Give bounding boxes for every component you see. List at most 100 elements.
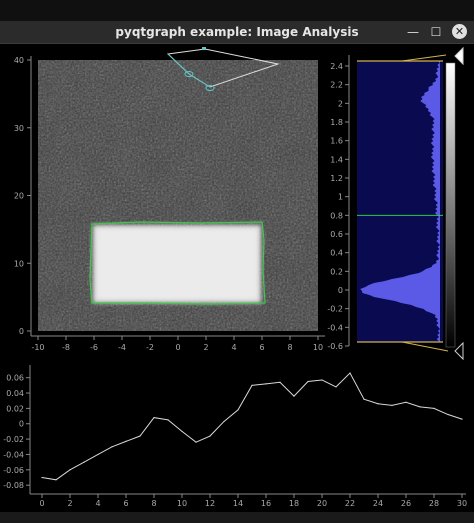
hist-tick-label: 1.8 (330, 118, 343, 127)
profile-plot[interactable]: 0 2 4 6 8 10 12 14 16 18 20 22 24 26 28 30 0.060.040.02… (3, 365, 467, 508)
profile-y-tick-label: 0.02 (6, 404, 24, 413)
profile-point (405, 401, 407, 403)
profile-point (419, 406, 421, 408)
profile-point (335, 386, 337, 388)
window-title: pyqtgraph example: Image Analysis (115, 25, 359, 39)
profile-point (125, 440, 127, 442)
y-tick-label: 0 (19, 327, 24, 336)
profile-y-tick-label: -0.06 (3, 466, 24, 475)
profile-x-tick-label: 26 (401, 499, 411, 508)
profile-point (181, 430, 183, 433)
hist-tick-label: 1.6 (330, 137, 343, 146)
profile-y-tick-label: -0.02 (3, 435, 24, 444)
y-tick-label: 10 (14, 259, 24, 268)
hist-tick-label: 2.2 (330, 81, 343, 90)
profile-point (195, 441, 197, 443)
profile-x-ticks: 0 2 4 6 8 10 12 14 16 18 20 22 24 26 28 30 (39, 494, 467, 508)
profile-point (433, 407, 435, 409)
image-plot[interactable]: -10 -8 -6 -4 -2 0 2 4 6 8 10 0 10 20 30 40 (14, 47, 325, 352)
profile-x-tick-label: 20 (317, 499, 327, 508)
y-tick-label: 20 (14, 192, 24, 201)
profile-point (209, 435, 211, 437)
profile-point (69, 469, 71, 471)
gradient-tick-white[interactable] (454, 46, 464, 66)
histogram-lut[interactable]: 2.4 2.2 2 1.8 1.6 1.4 1.2 1 0.8 0.6 0.4 0.2 0 -0.2 -0.… (327, 46, 464, 361)
profile-point (447, 413, 449, 416)
profile-point (167, 419, 169, 421)
profile-y-tick-label: 0.06 (6, 374, 24, 383)
profile-point (111, 446, 113, 448)
x-tick-label: -8 (62, 343, 70, 352)
x-tick-label: -2 (146, 343, 154, 352)
close-button[interactable]: ✕ (452, 24, 467, 39)
histogram-ticks: 2.4 2.2 2 1.8 1.6 1.4 1.2 1 0.8 0.6 0.4 0.2 0 -0.2 -0.… (327, 62, 349, 351)
gradient-link-top (401, 54, 447, 62)
profile-point (321, 379, 323, 381)
profile-point (293, 395, 295, 397)
hist-tick-label: 0.8 (330, 211, 343, 220)
hist-tick-label: 1.2 (330, 174, 343, 183)
x-tick-label: -4 (118, 343, 126, 352)
y-tick-label: 30 (14, 124, 24, 133)
profile-series-line (41, 372, 463, 481)
image-x-ticks: -10 -8 -6 -4 -2 0 2 4 6 8 10 (31, 336, 323, 352)
profile-point (307, 380, 309, 383)
hist-tick-label: 1 (338, 193, 343, 202)
graphics-layout: -10 -8 -6 -4 -2 0 2 4 6 8 10 0 10 20 30 40 2.4 2.2 2 1.8 1… (0, 44, 474, 523)
profile-x-tick-label: 28 (429, 499, 439, 508)
profile-y-ticks: 0.06 0.04 0.02 0 -0.02 -0.04 -0.06 -0.08 (3, 374, 30, 490)
hist-tick-label: 0 (338, 286, 343, 295)
profile-x-tick-label: 18 (289, 499, 299, 508)
hist-tick-label: 0.4 (330, 249, 343, 258)
y-tick-label: 40 (14, 56, 24, 65)
profile-point (41, 476, 43, 479)
x-tick-label: 2 (203, 343, 208, 352)
gradient-bar[interactable] (445, 62, 456, 348)
profile-point (83, 461, 85, 463)
hist-tick-label: 2 (338, 99, 343, 108)
profile-y-tick-label: -0.04 (3, 450, 24, 459)
profile-point (55, 479, 57, 481)
profile-point (265, 383, 267, 385)
bright-region-core (97, 229, 257, 299)
profile-point (377, 403, 379, 405)
profile-x-tick-label: 12 (205, 499, 215, 508)
profile-point (223, 420, 225, 423)
profile-x-tick-label: 4 (95, 499, 100, 508)
profile-point (139, 435, 141, 437)
profile-point (237, 409, 239, 411)
profile-x-tick-label: 14 (233, 499, 243, 508)
profile-x-tick-label: 2 (67, 499, 72, 508)
hist-tick-label: -0.4 (327, 323, 343, 332)
minimize-button[interactable]: — (405, 24, 421, 40)
image-y-ticks: 0 10 20 30 40 (14, 56, 31, 336)
x-tick-label: 8 (287, 343, 292, 352)
hist-tick-label: 2.4 (330, 62, 343, 71)
profile-point (251, 384, 253, 386)
hist-tick-label: -0.2 (327, 305, 343, 314)
profile-x-tick-label: 0 (39, 499, 44, 508)
profile-y-tick-label: 0.04 (6, 389, 24, 398)
profile-x-tick-label: 16 (261, 499, 271, 508)
profile-points (41, 372, 463, 481)
profile-point (461, 418, 463, 420)
profile-x-tick-label: 8 (151, 499, 156, 508)
profile-y-tick-label: 0 (19, 420, 24, 429)
profile-point (153, 417, 155, 419)
desktop-top-strip (0, 0, 474, 21)
title-bar[interactable]: pyqtgraph example: Image Analysis — ☐ ✕ (0, 21, 474, 44)
gradient-link-bottom (401, 341, 449, 352)
profile-point (97, 453, 99, 456)
desktop-bottom-strip (0, 512, 474, 523)
plot-canvas: -10 -8 -6 -4 -2 0 2 4 6 8 10 010203040 2.42.221.81… (3, 46, 467, 508)
gradient-tick-black[interactable] (454, 341, 464, 361)
x-tick-label: -10 (31, 343, 44, 352)
hist-tick-label: 0.2 (330, 267, 343, 276)
hist-tick-label: 0.6 (330, 230, 343, 239)
x-tick-label: 0 (175, 343, 180, 352)
roi-handle[interactable] (202, 47, 206, 50)
profile-y-tick-label: -0.08 (3, 481, 24, 490)
maximize-button[interactable]: ☐ (428, 24, 444, 40)
hist-tick-label: 1.4 (330, 155, 343, 164)
profile-point (279, 381, 281, 383)
